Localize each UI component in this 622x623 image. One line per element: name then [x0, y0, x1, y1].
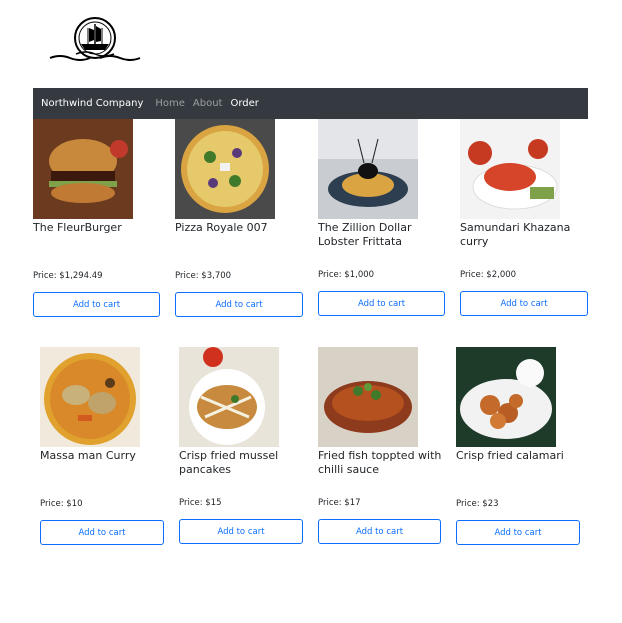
product-image-lobster[interactable] [460, 119, 560, 219]
product-price: Price: $1,294.49 [33, 271, 103, 281]
nav-link-home[interactable]: Home [155, 98, 185, 109]
nav-link-order[interactable]: Order [230, 98, 258, 109]
product-image-frittata[interactable] [318, 119, 418, 219]
product-price: Price: $1,000 [318, 270, 375, 280]
navbar: Northwind Company Home About Order [33, 88, 588, 119]
product-image-fried-fish[interactable] [318, 347, 418, 447]
product-price: Price: $15 [179, 498, 222, 508]
add-to-cart-button[interactable]: Add to cart [456, 520, 580, 545]
product-name: Samundari Khazana curry [460, 221, 571, 248]
add-to-cart-button[interactable]: Add to cart [33, 292, 160, 317]
product-name: Crisp fried calamari [456, 449, 564, 462]
product-image-mussel-pancakes[interactable] [179, 347, 279, 447]
product-card: Samundari Khazana curry [460, 119, 590, 251]
product-card: The Zillion Dollar Lobster Frittata [318, 119, 448, 251]
product-price: Price: $2,000 [460, 270, 517, 280]
product-price: Price: $23 [456, 499, 499, 509]
company-logo [48, 14, 142, 66]
product-price: Price: $10 [40, 499, 83, 509]
product-price: Price: $3,700 [175, 271, 232, 281]
product-name: Pizza Royale 007 [175, 221, 268, 234]
add-to-cart-button[interactable]: Add to cart [40, 520, 164, 545]
product-name: Fried fish toppted with chilli sauce [318, 449, 442, 476]
add-to-cart-button[interactable]: Add to cart [460, 291, 588, 316]
product-price: Price: $17 [318, 498, 361, 508]
product-card: Massa man Curry [40, 347, 170, 479]
product-card: The FleurBurger [33, 119, 163, 251]
product-card: Crisp fried mussel pancakes [179, 347, 309, 479]
product-name: Crisp fried mussel pancakes [179, 449, 279, 476]
product-name: The FleurBurger [33, 221, 122, 234]
product-card: Fried fish toppted with chilli sauce [318, 347, 448, 479]
navbar-brand[interactable]: Northwind Company [41, 98, 143, 109]
add-to-cart-button[interactable]: Add to cart [179, 519, 303, 544]
product-name: The Zillion Dollar Lobster Frittata [318, 221, 412, 248]
product-image-pizza[interactable] [175, 119, 275, 219]
product-image-curry[interactable] [40, 347, 140, 447]
product-card: Pizza Royale 007 [175, 119, 305, 251]
product-image-calamari[interactable] [456, 347, 556, 447]
product-image-burger[interactable] [33, 119, 133, 219]
add-to-cart-button[interactable]: Add to cart [318, 291, 445, 316]
add-to-cart-button[interactable]: Add to cart [175, 292, 303, 317]
product-card: Crisp fried calamari [456, 347, 586, 479]
add-to-cart-button[interactable]: Add to cart [318, 519, 441, 544]
nav-link-about[interactable]: About [193, 98, 223, 109]
product-name: Massa man Curry [40, 449, 136, 462]
